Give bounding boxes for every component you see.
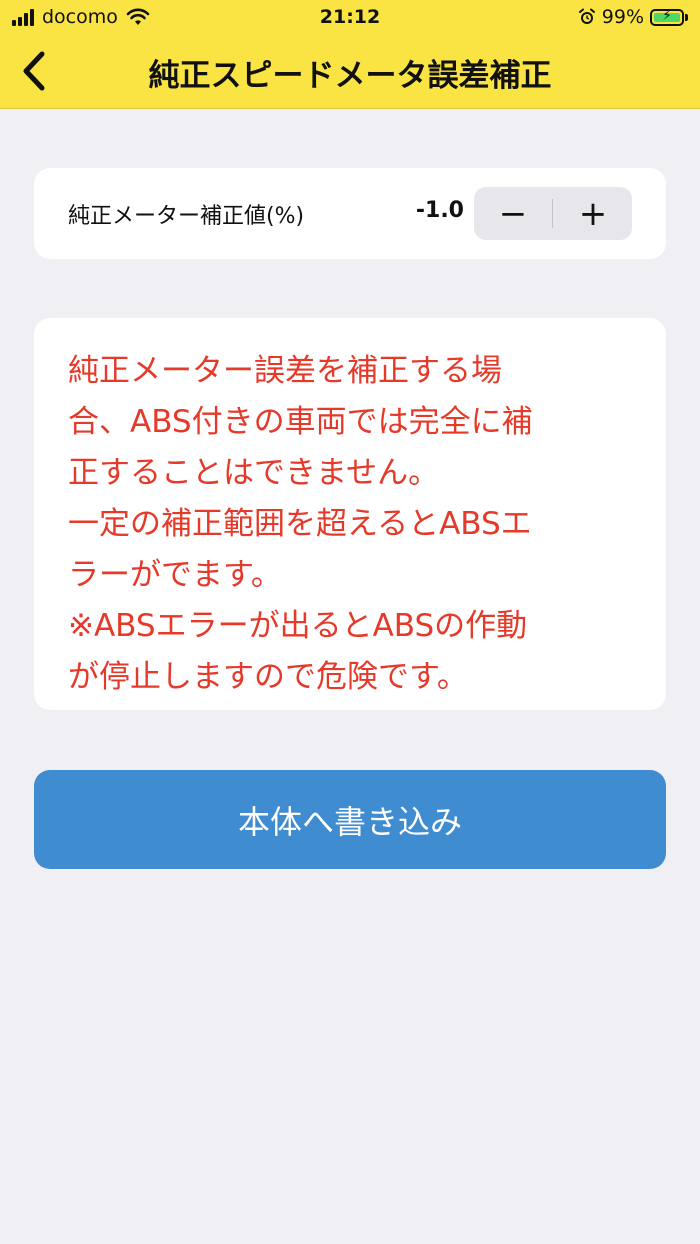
warning-line: 正することはできません。 [68, 455, 440, 491]
warning-line: ※ABSエラーが出るとABSの作動 [68, 608, 528, 644]
correction-stepper: − + [474, 187, 632, 240]
warning-line: が停止しますので危険です。 [68, 659, 468, 695]
warning-line: ラーがでます。 [68, 557, 282, 593]
warning-text: 純正メーター誤差を補正する場 合、ABS付きの車両では完全に補 正することはでき… [68, 346, 638, 703]
correction-setting-card: 純正メーター補正値(%) -1.0 − + [34, 168, 666, 259]
alarm-icon [578, 8, 595, 24]
warning-line: 一定の補正範囲を超えるとABSエ [68, 506, 532, 542]
battery-charging-icon: ⚡ [650, 8, 684, 26]
header: docomo 21:12 99% ⚡ 純正スピードメータ誤差補正 [0, 0, 700, 109]
write-to-device-button[interactable]: 本体へ書き込み [34, 770, 666, 869]
warning-line: 合、ABS付きの車両では完全に補 [68, 404, 533, 440]
warning-card: 純正メーター誤差を補正する場 合、ABS付きの車両では完全に補 正することはでき… [34, 318, 666, 710]
correction-label: 純正メーター補正値(%) [68, 204, 305, 229]
correction-value: -1.0 [415, 198, 464, 223]
status-bar: docomo 21:12 99% ⚡ [0, 0, 700, 36]
battery-percent: 99% [601, 6, 644, 28]
decrement-button[interactable]: − [474, 187, 552, 240]
increment-button[interactable]: + [554, 187, 632, 240]
navigation-bar: 純正スピードメータ誤差補正 [0, 36, 700, 106]
warning-line: 純正メーター誤差を補正する場 [68, 353, 502, 389]
stepper-divider [552, 199, 553, 228]
page-title: 純正スピードメータ誤差補正 [148, 58, 552, 94]
